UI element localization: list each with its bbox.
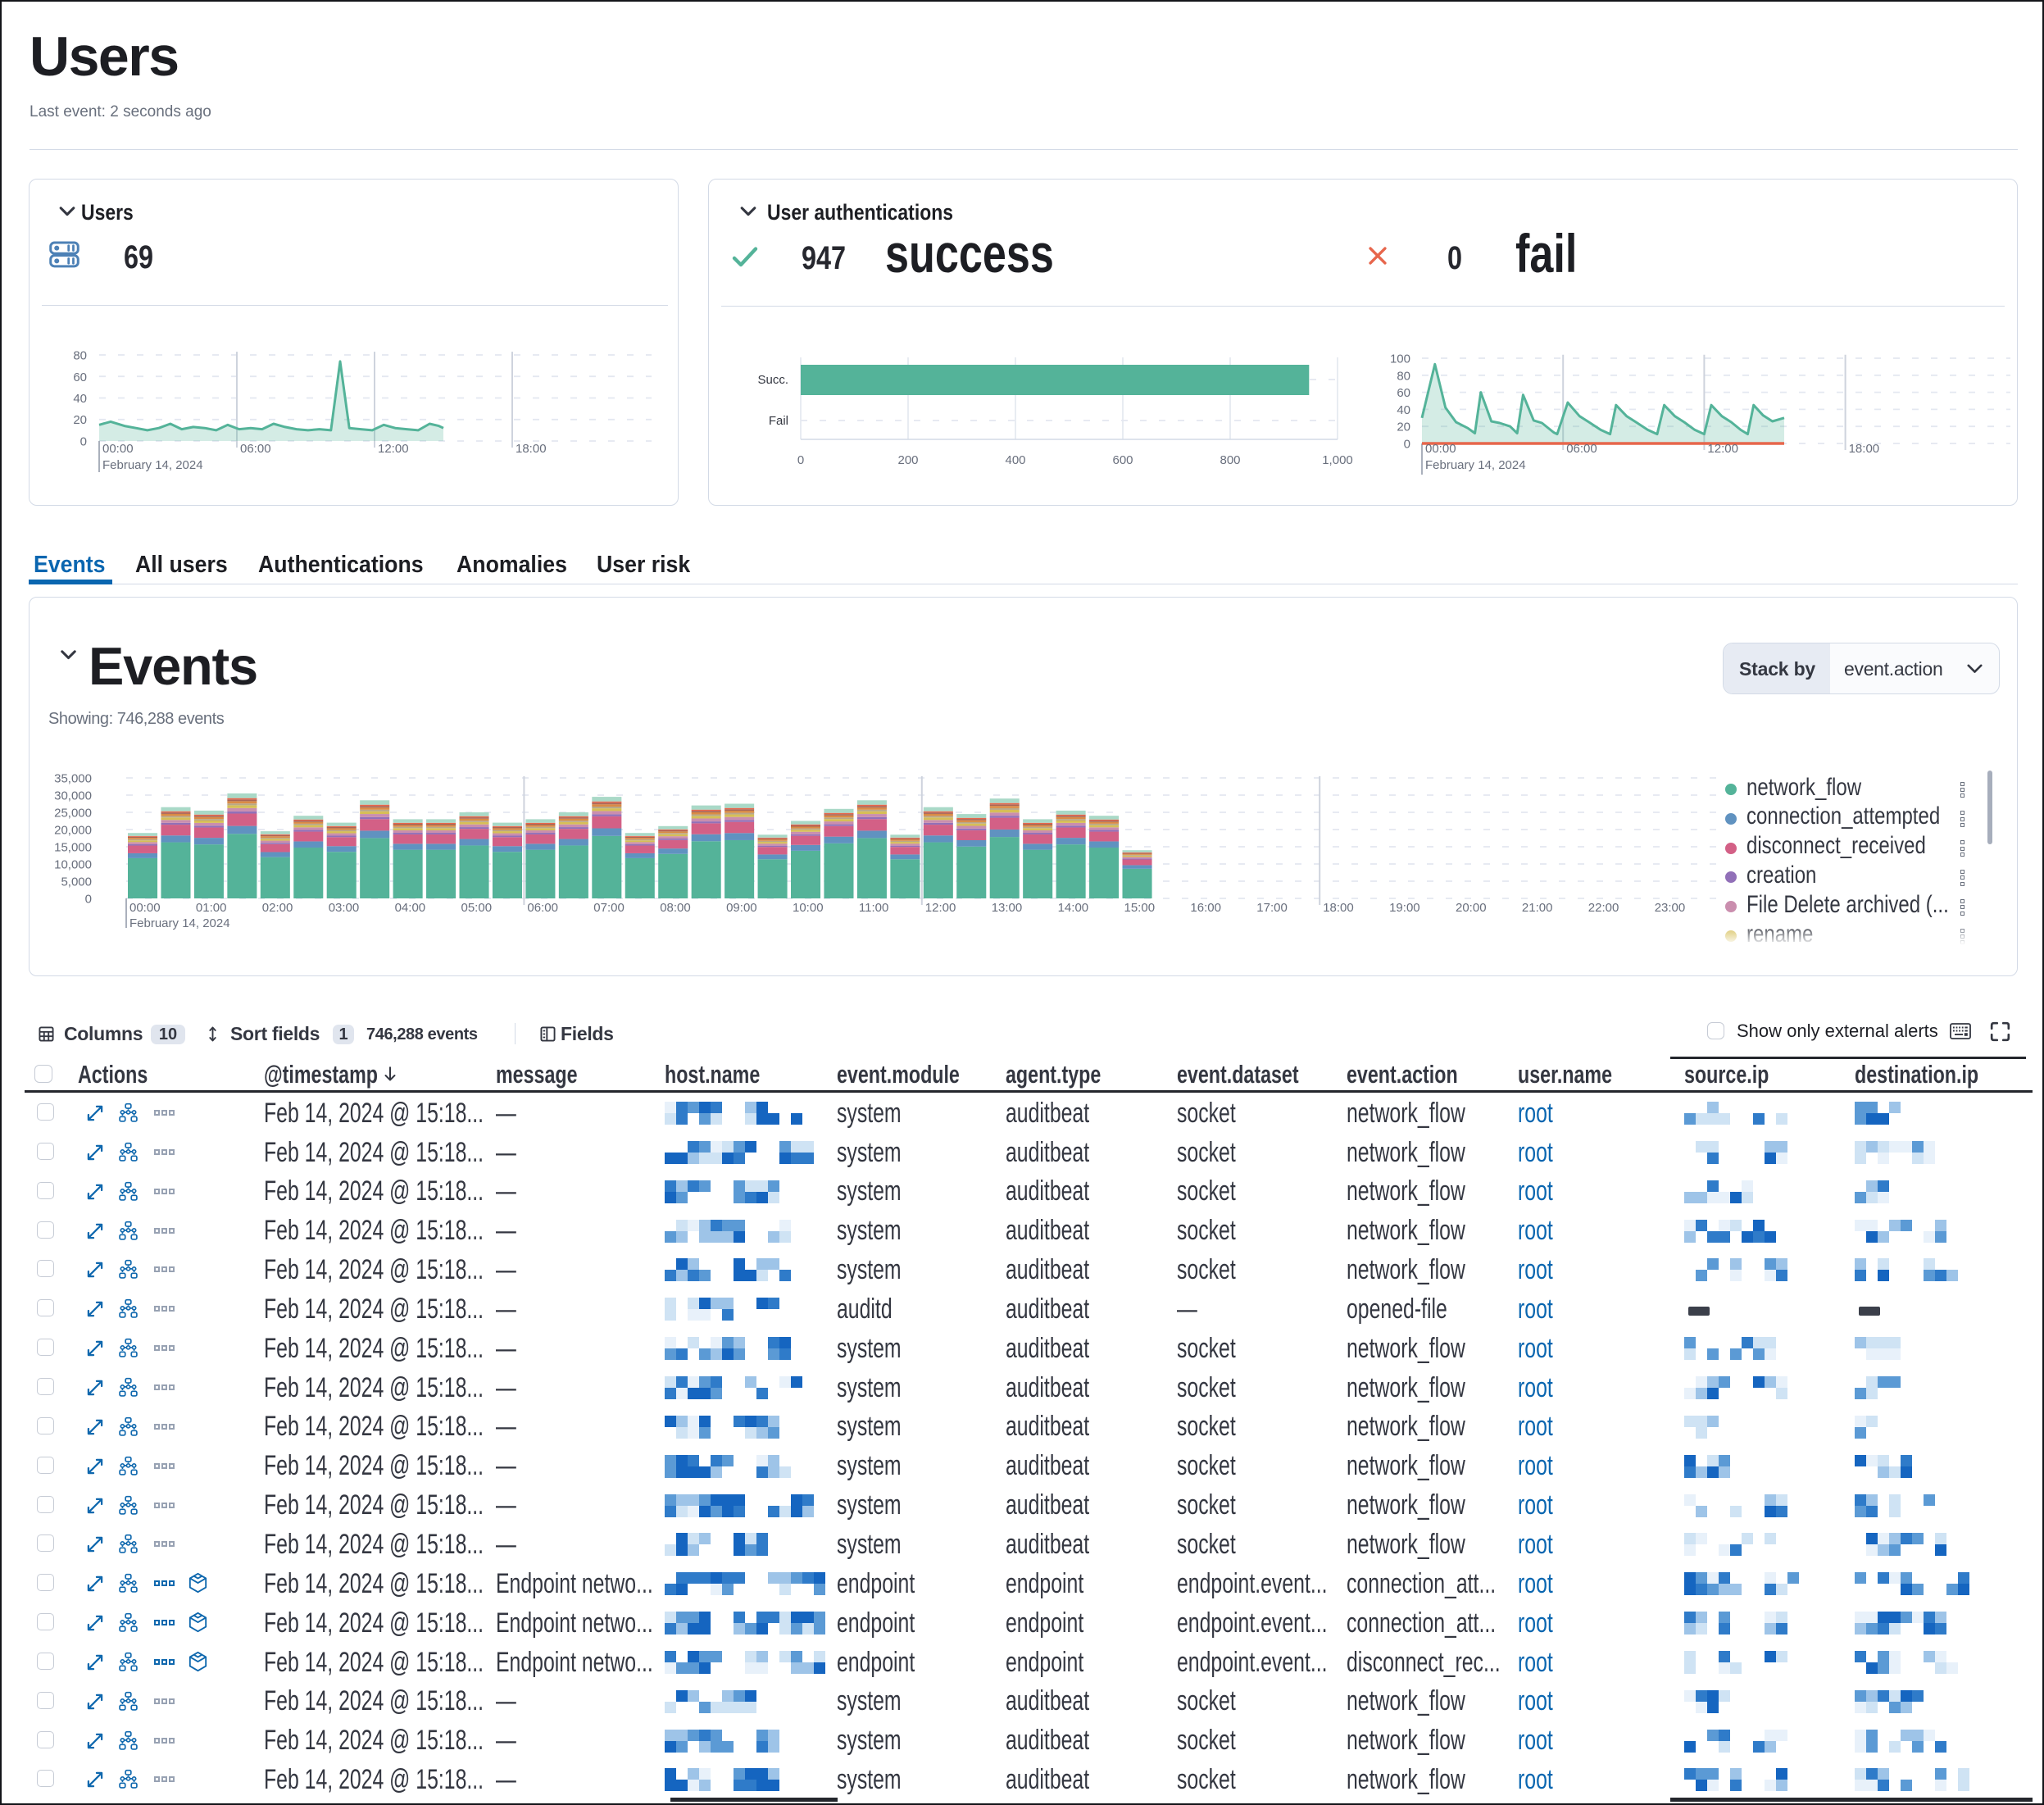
svg-text:19:00: 19:00: [1389, 901, 1420, 915]
svg-text:Succ.: Succ.: [757, 373, 788, 387]
svg-text:06:00: 06:00: [1566, 442, 1597, 456]
svg-text:00:00: 00:00: [102, 442, 134, 456]
svg-text:February 14, 2024: February 14, 2024: [129, 916, 230, 930]
svg-text:0: 0: [85, 893, 92, 907]
svg-text:01:00: 01:00: [196, 901, 227, 915]
svg-text:60: 60: [1397, 386, 1410, 400]
svg-text:13:00: 13:00: [992, 901, 1023, 915]
svg-text:14:00: 14:00: [1058, 901, 1089, 915]
svg-text:80: 80: [1397, 369, 1410, 383]
svg-text:10:00: 10:00: [793, 901, 824, 915]
svg-text:600: 600: [1112, 453, 1133, 467]
svg-text:25,000: 25,000: [54, 807, 92, 821]
svg-text:11:00: 11:00: [859, 901, 888, 915]
svg-text:23:00: 23:00: [1655, 901, 1686, 915]
svg-text:15:00: 15:00: [1124, 901, 1156, 915]
svg-text:22:00: 22:00: [1588, 901, 1619, 915]
svg-text:60: 60: [73, 371, 87, 384]
svg-text:15,000: 15,000: [54, 841, 92, 855]
svg-text:00:00: 00:00: [129, 901, 161, 915]
svg-text:100: 100: [1390, 352, 1410, 366]
svg-text:21:00: 21:00: [1522, 901, 1553, 915]
svg-text:0: 0: [80, 435, 87, 449]
svg-text:400: 400: [1005, 453, 1025, 467]
svg-text:1,000: 1,000: [1322, 453, 1353, 467]
svg-text:30,000: 30,000: [54, 789, 92, 803]
svg-text:07:00: 07:00: [593, 901, 625, 915]
svg-text:800: 800: [1220, 453, 1240, 467]
svg-text:0: 0: [797, 453, 804, 467]
svg-text:18:00: 18:00: [1323, 901, 1354, 915]
svg-text:06:00: 06:00: [527, 901, 558, 915]
svg-text:February 14, 2024: February 14, 2024: [102, 458, 203, 472]
svg-text:20: 20: [73, 413, 87, 427]
svg-text:35,000: 35,000: [54, 772, 92, 786]
svg-text:20: 20: [1397, 421, 1410, 434]
svg-text:40: 40: [1397, 403, 1410, 417]
svg-text:04:00: 04:00: [395, 901, 426, 915]
svg-text:00:00: 00:00: [1425, 442, 1456, 456]
svg-text:February 14, 2024: February 14, 2024: [1425, 458, 1526, 472]
svg-text:06:00: 06:00: [240, 442, 271, 456]
svg-text:10,000: 10,000: [54, 858, 92, 872]
svg-text:5,000: 5,000: [61, 875, 92, 889]
svg-text:20,000: 20,000: [54, 824, 92, 838]
svg-text:18:00: 18:00: [516, 442, 547, 456]
svg-text:17:00: 17:00: [1256, 901, 1288, 915]
svg-text:16:00: 16:00: [1190, 901, 1221, 915]
svg-text:05:00: 05:00: [461, 901, 493, 915]
svg-text:08:00: 08:00: [660, 901, 691, 915]
svg-text:80: 80: [73, 349, 87, 363]
svg-text:0: 0: [1404, 438, 1410, 452]
svg-text:02:00: 02:00: [262, 901, 293, 915]
svg-text:12:00: 12:00: [378, 442, 409, 456]
svg-text:12:00: 12:00: [1707, 442, 1738, 456]
svg-text:18:00: 18:00: [1849, 442, 1880, 456]
svg-text:40: 40: [73, 392, 87, 406]
svg-text:12:00: 12:00: [925, 901, 956, 915]
svg-text:200: 200: [897, 453, 918, 467]
svg-text:09:00: 09:00: [726, 901, 757, 915]
svg-text:Fail: Fail: [769, 414, 788, 428]
svg-text:03:00: 03:00: [329, 901, 360, 915]
svg-text:20:00: 20:00: [1456, 901, 1487, 915]
